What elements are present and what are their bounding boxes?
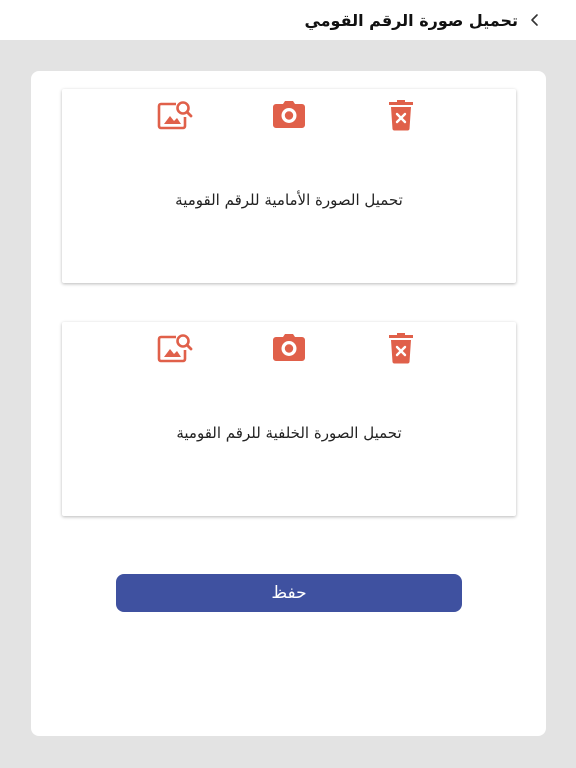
back-camera-button[interactable] [270, 329, 308, 367]
camera-icon [273, 334, 305, 361]
back-id-label: تحميل الصورة الخلفية للرقم القومية [176, 424, 402, 442]
front-id-label: تحميل الصورة الأمامية للرقم القومية [175, 191, 403, 209]
top-bar: تحميل صورة الرقم القومي [0, 0, 576, 40]
back-delete-button[interactable] [382, 329, 420, 367]
delete-icon [389, 100, 413, 131]
page-title: تحميل صورة الرقم القومي [304, 11, 518, 30]
back-id-card: تحميل الصورة الخلفية للرقم القومية [62, 322, 516, 516]
chevron-left-icon[interactable] [528, 13, 542, 27]
back-gallery-button[interactable] [156, 329, 194, 367]
image-search-icon [157, 101, 193, 130]
delete-icon [389, 333, 413, 364]
front-delete-button[interactable] [382, 96, 420, 134]
front-id-card: تحميل الصورة الأمامية للرقم القومية [62, 89, 516, 283]
save-button[interactable]: حفظ [116, 574, 462, 612]
content-panel: تحميل الصورة الأمامية للرقم القومية تحمي… [31, 71, 546, 736]
front-camera-button[interactable] [270, 96, 308, 134]
image-search-icon [157, 334, 193, 363]
camera-icon [273, 101, 305, 128]
front-gallery-button[interactable] [156, 96, 194, 134]
